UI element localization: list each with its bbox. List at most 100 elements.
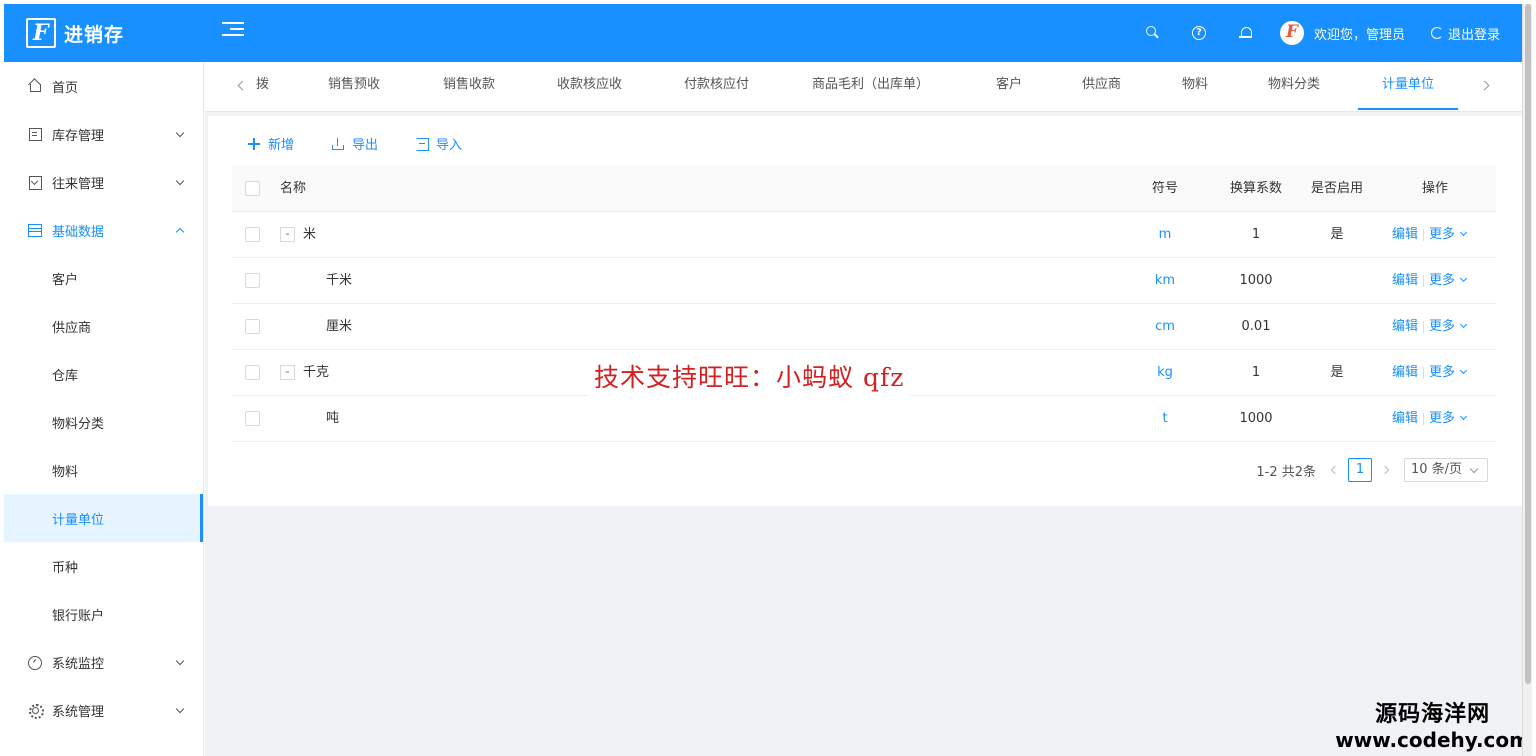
tab-unit[interactable]: 计量单位	[1358, 62, 1459, 110]
edit-link[interactable]: 编辑	[1392, 319, 1418, 334]
bell-icon[interactable]	[1238, 25, 1254, 41]
table-row: 厘米 cm 0.01 编辑 更多	[232, 304, 1496, 350]
sidebar-item-monitor[interactable]: 系统监控	[4, 638, 203, 686]
avatar[interactable]	[1279, 21, 1304, 45]
table-row: 千米 km 1000 编辑 更多	[232, 258, 1496, 304]
export-button[interactable]: 导出	[332, 134, 378, 153]
watermark-text: 技术支持旺旺：小蚂蚁 qfz	[588, 356, 911, 396]
scrollbar[interactable]	[1522, 4, 1532, 756]
factor-cell: 1	[1251, 227, 1261, 242]
chevron-down-icon	[175, 656, 185, 666]
menu-collapse-icon[interactable]	[222, 22, 244, 42]
sidebar-item-basic-data[interactable]: 基础数据	[4, 206, 203, 254]
download-icon	[332, 137, 345, 150]
enabled-cell	[1306, 396, 1368, 442]
tab-material[interactable]: 物料	[1182, 62, 1208, 110]
tab-receipt-verify[interactable]: 收款核应收	[557, 62, 622, 110]
sidebar: 首页 库存管理 往来管理 基础数据 客户 供应商 仓库 物料分类 物料 计量单位…	[4, 62, 204, 756]
ops-cell: 编辑 更多	[1392, 396, 1468, 442]
chevron-right-icon[interactable]	[1380, 465, 1390, 475]
more-link[interactable]: 更多	[1429, 365, 1455, 380]
sidebar-item-unit[interactable]: 计量单位	[4, 494, 203, 542]
sidebar-item-customer[interactable]: 客户	[4, 254, 203, 302]
chevron-left-icon[interactable]	[237, 80, 248, 91]
page-size-select[interactable]: 10 条/页	[1404, 458, 1488, 482]
header-actions: ? 欢迎您，管理员 退出登录	[1128, 4, 1500, 62]
select-all-checkbox[interactable]	[245, 181, 260, 196]
row-checkbox[interactable]	[245, 365, 260, 380]
import-icon	[416, 137, 430, 151]
page-button[interactable]: 1	[1348, 458, 1372, 482]
row-checkbox[interactable]	[245, 273, 260, 288]
search-icon[interactable]	[1144, 25, 1160, 41]
import-label: 导入	[436, 138, 463, 153]
table-icon	[28, 223, 42, 237]
more-link[interactable]: 更多	[1429, 411, 1455, 426]
app-title: 进销存	[64, 23, 125, 46]
row-checkbox[interactable]	[245, 411, 260, 426]
edit-link[interactable]: 编辑	[1392, 273, 1418, 288]
unit-name: 千米	[326, 273, 353, 288]
sidebar-item-system[interactable]: 系统管理	[4, 686, 203, 734]
symbol-cell: kg	[1157, 365, 1173, 380]
brand[interactable]: 进销存	[4, 4, 204, 62]
sidebar-item-home[interactable]: 首页	[4, 62, 203, 110]
tab-material-category[interactable]: 物料分类	[1268, 62, 1320, 110]
ops-cell: 编辑 更多	[1392, 350, 1468, 396]
edit-link[interactable]: 编辑	[1392, 411, 1418, 426]
chevron-down-icon	[1459, 412, 1468, 421]
sidebar-item-material-category[interactable]: 物料分类	[4, 398, 203, 446]
collapse-toggle[interactable]: -	[280, 227, 295, 242]
more-link[interactable]: 更多	[1429, 319, 1455, 334]
corner-line1: 源码海洋网	[1375, 702, 1491, 727]
tab-gross-profit[interactable]: 商品毛利（出库单）	[812, 62, 929, 110]
enabled-cell	[1306, 258, 1368, 304]
logout-button[interactable]: 退出登录	[1430, 24, 1500, 43]
factor-cell: 1	[1251, 365, 1261, 380]
sidebar-item-label: 基础数据	[52, 224, 105, 240]
unit-card: 新增 导出 导入 名称 符号 换算系数 是否启用 操作 -米 m 1 是 编辑 …	[208, 116, 1522, 506]
sidebar-item-material[interactable]: 物料	[4, 446, 203, 494]
tab-supplier[interactable]: 供应商	[1082, 62, 1121, 110]
sidebar-item-bank-account[interactable]: 银行账户	[4, 590, 203, 638]
inventory-icon	[28, 127, 42, 141]
col-name: 名称	[280, 181, 307, 196]
sidebar-item-accounts[interactable]: 往来管理	[4, 158, 203, 206]
sidebar-item-warehouse[interactable]: 仓库	[4, 350, 203, 398]
chevron-left-icon[interactable]	[1330, 465, 1340, 475]
tab-payment-verify[interactable]: 付款核应付	[684, 62, 749, 110]
tab-sales-receipt[interactable]: 销售收款	[443, 62, 495, 110]
corner-line2: www.codehy.com	[1335, 728, 1530, 752]
logo-icon	[26, 18, 56, 48]
help-icon[interactable]: ?	[1191, 26, 1206, 40]
sidebar-item-label: 库存管理	[52, 128, 105, 144]
collapse-toggle[interactable]: -	[280, 365, 295, 380]
col-ops: 操作	[1422, 181, 1449, 196]
row-checkbox[interactable]	[245, 319, 260, 334]
more-link[interactable]: 更多	[1429, 273, 1455, 288]
sidebar-item-currency[interactable]: 币种	[4, 542, 203, 590]
sidebar-item-label: 往来管理	[52, 176, 105, 192]
name-cell: -米	[280, 212, 316, 258]
top-header: 进销存 ? 欢迎您，管理员 退出登录	[4, 4, 1522, 62]
add-button[interactable]: 新增	[248, 134, 294, 153]
scrollbar-thumb[interactable]	[1525, 4, 1531, 684]
welcome-text[interactable]: 欢迎您，管理员	[1314, 24, 1405, 43]
name-cell: - 千克	[280, 350, 329, 396]
chevron-down-icon	[1459, 228, 1468, 237]
import-button[interactable]: 导入	[416, 134, 462, 153]
chevron-down-icon	[1459, 274, 1468, 283]
sidebar-item-inventory[interactable]: 库存管理	[4, 110, 203, 158]
tab-customer[interactable]: 客户	[996, 62, 1022, 110]
tab-sales-advance[interactable]: 销售预收	[328, 62, 380, 110]
tab-transfer[interactable]: 拨	[256, 62, 269, 110]
chevron-up-icon	[175, 227, 185, 237]
edit-link[interactable]: 编辑	[1392, 227, 1418, 242]
plus-icon	[248, 137, 260, 150]
edit-link[interactable]: 编辑	[1392, 365, 1418, 380]
col-symbol: 符号	[1151, 181, 1178, 196]
sidebar-item-supplier[interactable]: 供应商	[4, 302, 203, 350]
chevron-right-icon[interactable]	[1479, 80, 1490, 91]
row-checkbox[interactable]	[245, 227, 260, 242]
more-link[interactable]: 更多	[1429, 227, 1455, 242]
